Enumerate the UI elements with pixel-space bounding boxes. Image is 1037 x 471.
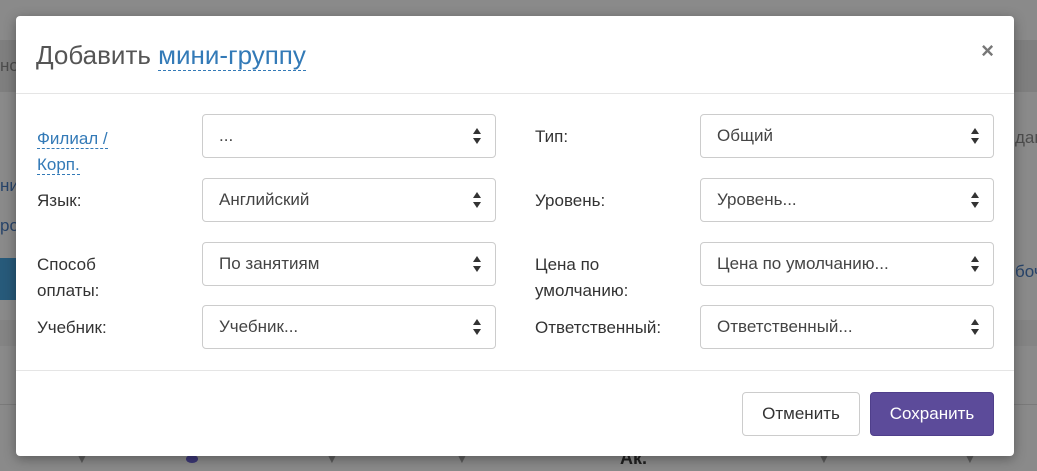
select-caret-icon (473, 319, 481, 335)
branch-label-line1: Филиал / (37, 129, 108, 149)
branch-select-value: ... (219, 126, 234, 145)
level-label: Уровень: (535, 191, 606, 210)
level-select[interactable]: Уровень... (700, 178, 994, 222)
payment-select-value: По занятиям (219, 254, 320, 273)
cancel-button[interactable]: Отменить (742, 392, 860, 436)
responsible-select-value: Ответственный... (717, 317, 853, 336)
payment-label-line1: Способ (37, 255, 96, 274)
price-label: Цена по умолчанию: (535, 252, 628, 304)
type-label: Тип: (535, 127, 569, 146)
type-select[interactable]: Общий (700, 114, 994, 158)
textbook-select-value: Учебник... (219, 317, 299, 336)
background-right-text: боч (1015, 262, 1037, 281)
select-caret-icon (971, 128, 979, 144)
background-dot (186, 455, 198, 463)
price-label-line1: Цена по (535, 255, 600, 274)
select-caret-icon (473, 128, 481, 144)
type-select-value: Общий (717, 126, 773, 145)
price-label-line2: умолчанию: (535, 281, 629, 300)
payment-label-line2: оплаты: (37, 281, 100, 300)
select-caret-icon (473, 256, 481, 272)
level-select-value: Уровень... (717, 190, 797, 209)
default-price-select[interactable]: Цена по умолчанию... (700, 242, 994, 286)
textbook-label: Учебник: (37, 318, 107, 337)
background-tab-right: дав (1015, 128, 1037, 147)
select-caret-icon (473, 192, 481, 208)
branch-label-line2: Корп. (37, 155, 80, 175)
group-type-link[interactable]: мини-группу (158, 40, 306, 71)
textbook-select[interactable]: Учебник... (202, 305, 496, 349)
modal-title-prefix: Добавить (36, 40, 151, 70)
add-minigroup-modal: Добавить мини-группу × Филиал / Корп. ..… (16, 16, 1014, 456)
price-select-value: Цена по умолчанию... (717, 254, 889, 273)
save-button[interactable]: Сохранить (870, 392, 994, 436)
modal-footer: Отменить Сохранить (16, 370, 1014, 456)
language-label: Язык: (37, 191, 82, 210)
language-select-value: Английский (219, 190, 310, 209)
responsible-label: Ответственный: (535, 318, 662, 337)
modal-header: Добавить мини-группу × (16, 16, 1014, 94)
select-caret-icon (971, 319, 979, 335)
modal-title: Добавить мини-группу (36, 40, 306, 71)
select-caret-icon (971, 256, 979, 272)
payment-method-select[interactable]: По занятиям (202, 242, 496, 286)
modal-body: Филиал / Корп. ... Тип: Общий Язык: Англ… (16, 94, 1014, 370)
close-icon[interactable]: × (981, 38, 994, 64)
select-caret-icon (971, 192, 979, 208)
branch-select[interactable]: ... (202, 114, 496, 158)
branch-label-link[interactable]: Филиал / Корп. (37, 126, 108, 178)
payment-label: Способ оплаты: (37, 252, 99, 304)
responsible-select[interactable]: Ответственный... (700, 305, 994, 349)
language-select[interactable]: Английский (202, 178, 496, 222)
